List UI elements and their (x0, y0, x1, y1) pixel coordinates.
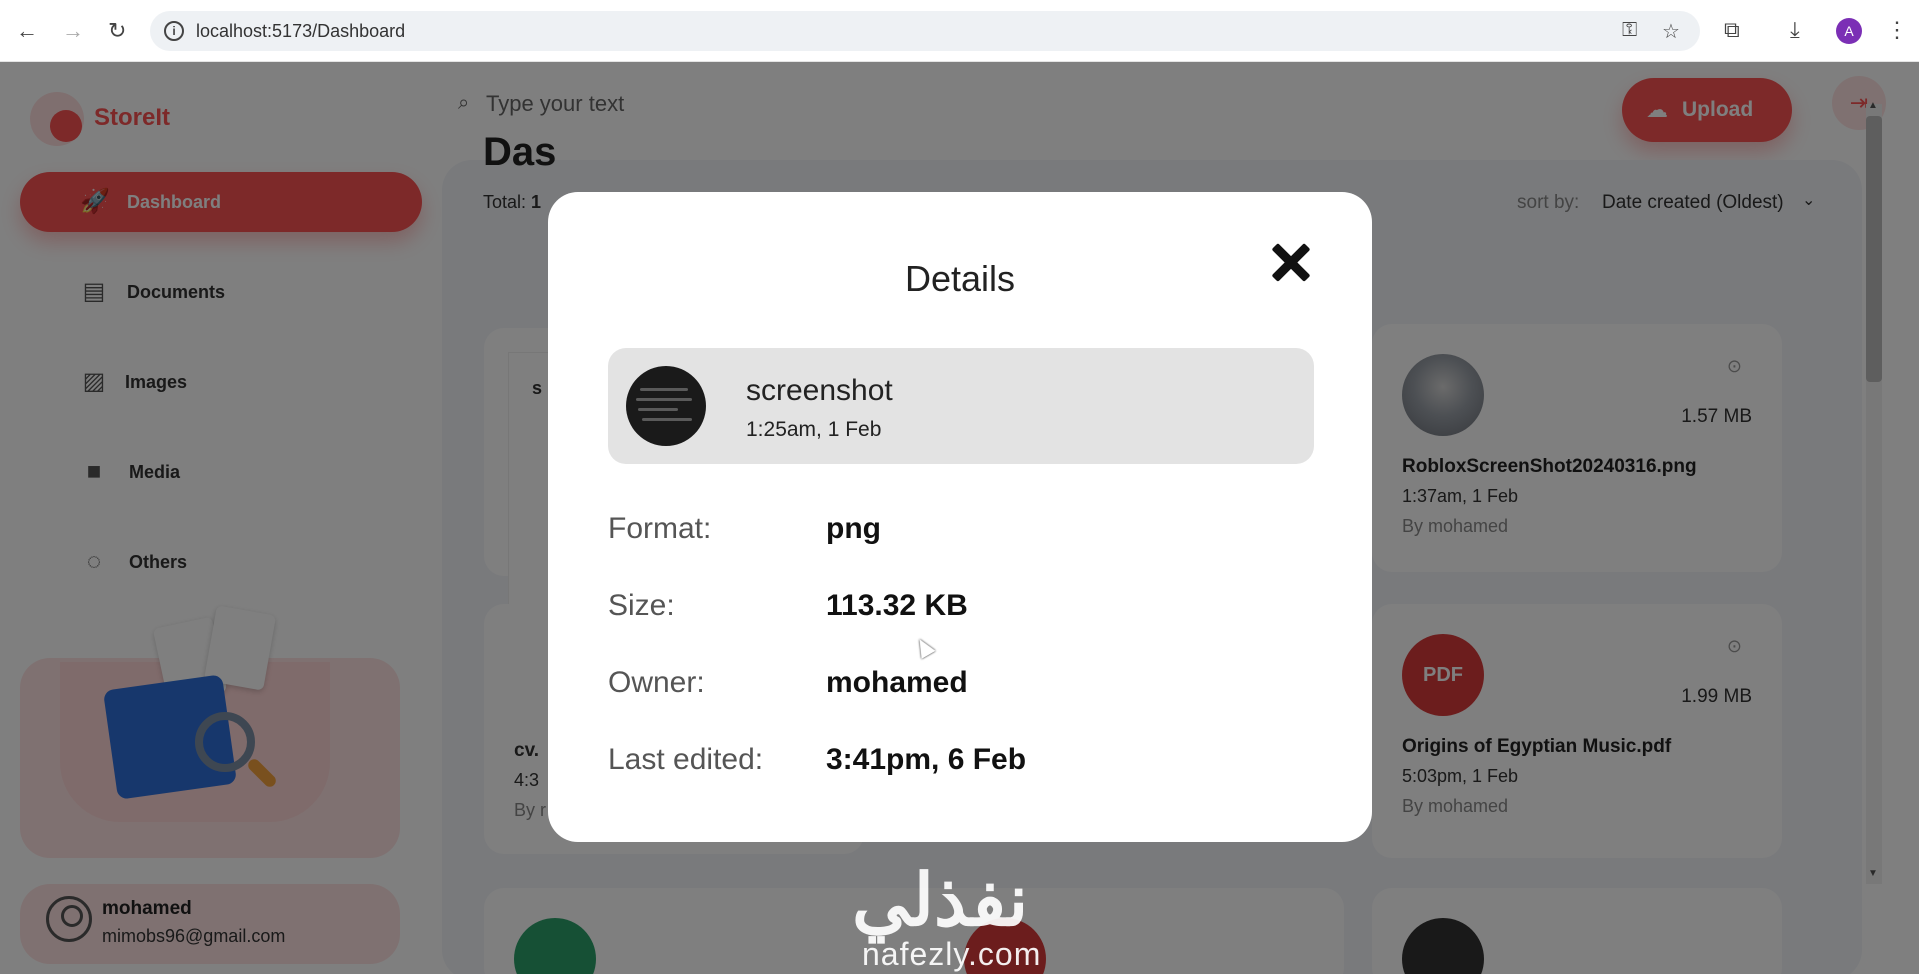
file-thumbnail (626, 366, 706, 446)
profile-avatar[interactable]: A (1836, 18, 1862, 44)
address-bar[interactable]: i localhost:5173/Dashboard ⚿ ☆ (150, 11, 1700, 51)
close-icon[interactable] (1266, 238, 1316, 288)
site-info-icon[interactable]: i (164, 21, 184, 41)
back-icon[interactable]: ← (16, 18, 38, 44)
modal-title: Details (904, 258, 1016, 299)
detail-value-last-edited: 3:41pm, 6 Feb (826, 743, 1027, 776)
file-summary: screenshot 1:25am, 1 Feb (608, 348, 1314, 464)
details-modal: Details screenshot 1:25am, 1 Feb Format:… (548, 192, 1372, 842)
download-icon[interactable]: ⤓ (1790, 17, 1800, 43)
file-name: screenshot (746, 374, 893, 407)
forward-icon[interactable]: → (62, 18, 84, 44)
detail-label: Size: (608, 589, 675, 622)
browser-toolbar: ← → ↻ i localhost:5173/Dashboard ⚿ ☆ ⧉ ⤓… (0, 0, 1919, 62)
detail-label: Format: (608, 512, 712, 545)
file-date: 1:25am, 1 Feb (746, 418, 882, 441)
reload-icon[interactable]: ↻ (108, 18, 126, 44)
detail-value-owner: mohamed (826, 666, 968, 699)
detail-label: Owner: (608, 666, 705, 699)
extensions-icon[interactable]: ⧉ (1724, 17, 1740, 43)
thumb-line (636, 398, 692, 401)
detail-label: Last edited: (608, 743, 764, 776)
detail-value-format: png (826, 512, 881, 545)
menu-kebab-icon[interactable]: ⋮ (1886, 17, 1908, 43)
thumb-line (642, 418, 692, 421)
bookmark-star-icon[interactable]: ☆ (1662, 19, 1680, 44)
url-text[interactable]: localhost:5173/Dashboard (196, 21, 405, 42)
thumb-line (640, 388, 688, 391)
thumb-line (638, 408, 678, 411)
watermark-arabic: نفذلي (852, 861, 1029, 941)
watermark-url: nafezly.com (862, 936, 1042, 972)
password-key-icon[interactable]: ⚿ (1622, 19, 1637, 42)
detail-value-size: 113.32 KB (826, 589, 968, 622)
